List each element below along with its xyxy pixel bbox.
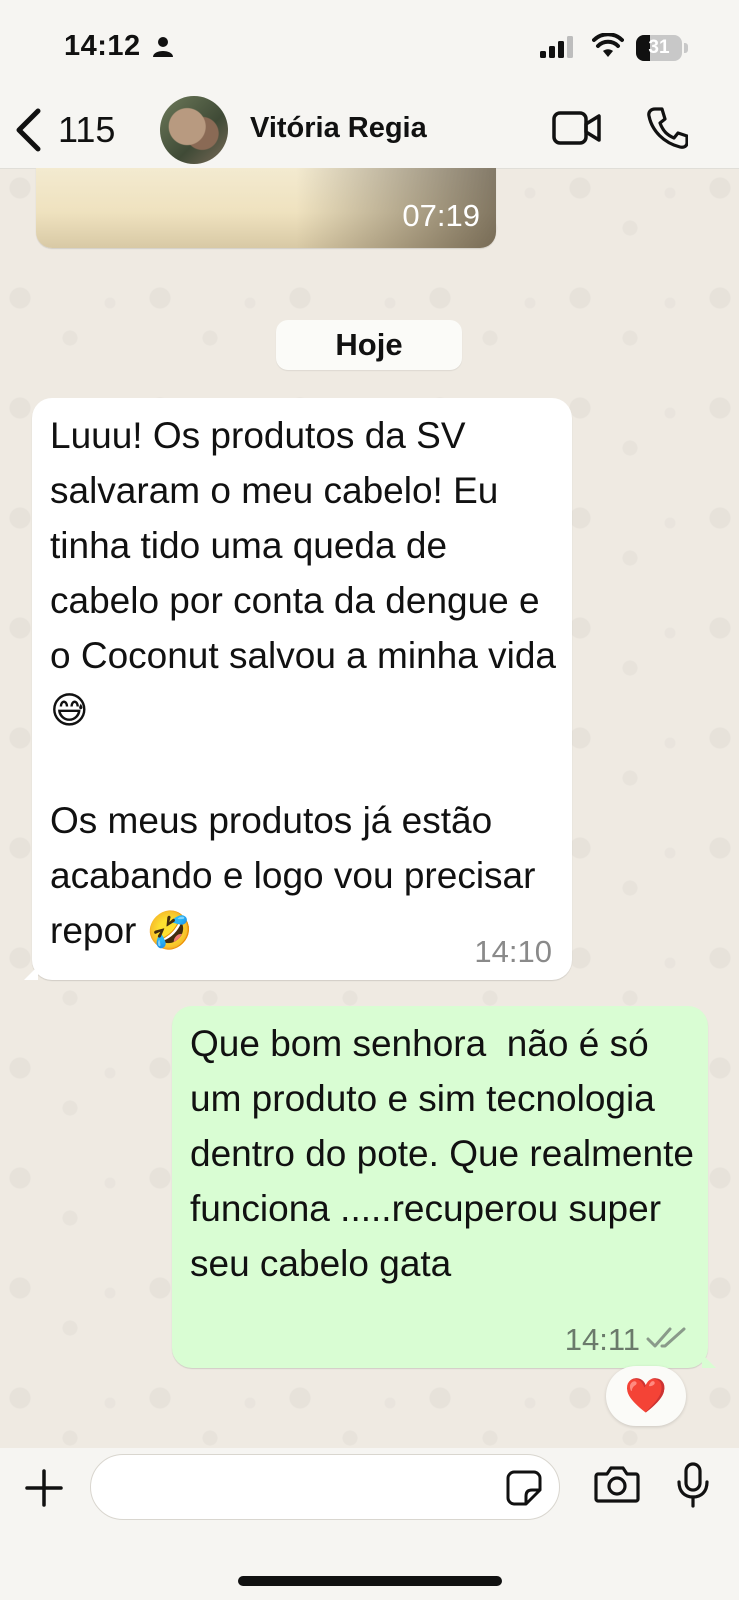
- camera-icon[interactable]: [594, 1464, 640, 1504]
- message-time: 14:10: [474, 934, 552, 969]
- unread-count: 115: [58, 109, 116, 150]
- microphone-icon[interactable]: [676, 1462, 710, 1508]
- date-separator: Hoje: [276, 320, 462, 370]
- video-call-icon[interactable]: [552, 110, 602, 146]
- double-check-icon: [646, 1327, 686, 1348]
- back-button[interactable]: 115: [14, 102, 115, 158]
- message-time: 14:11: [564, 1322, 640, 1357]
- status-bar: 14:12 31: [0, 0, 739, 92]
- phone-icon[interactable]: [646, 106, 688, 150]
- message-text: Que bom senhora não é só um produto e si…: [190, 1023, 705, 1284]
- wifi-icon: [592, 33, 624, 57]
- cellular-signal-icon: [540, 36, 573, 58]
- home-indicator[interactable]: [238, 1576, 502, 1586]
- message-input[interactable]: [90, 1454, 560, 1520]
- sticker-icon[interactable]: [506, 1470, 542, 1506]
- chat-header: 115 Vitória Regia: [0, 92, 739, 169]
- message-text: Luuu! Os produtos da SV salvaram o meu c…: [50, 415, 556, 951]
- battery-percent: 31: [648, 37, 670, 58]
- status-time: 14:12: [64, 30, 141, 62]
- avatar[interactable]: [160, 96, 228, 164]
- person-icon: [153, 37, 173, 57]
- media-message-time: 07:19: [402, 198, 480, 233]
- contact-name[interactable]: Vitória Regia: [250, 112, 427, 145]
- heart-reaction[interactable]: ❤️: [606, 1366, 686, 1426]
- incoming-message[interactable]: Luuu! Os produtos da SV salvaram o meu c…: [24, 398, 572, 980]
- plus-icon[interactable]: [24, 1468, 64, 1508]
- chevron-left-icon: [16, 108, 41, 152]
- battery-icon: 31: [636, 35, 688, 61]
- input-bar: [0, 1448, 739, 1600]
- media-message[interactable]: 07:19: [36, 168, 496, 248]
- outgoing-message[interactable]: Que bom senhora não é só um produto e si…: [172, 1006, 716, 1368]
